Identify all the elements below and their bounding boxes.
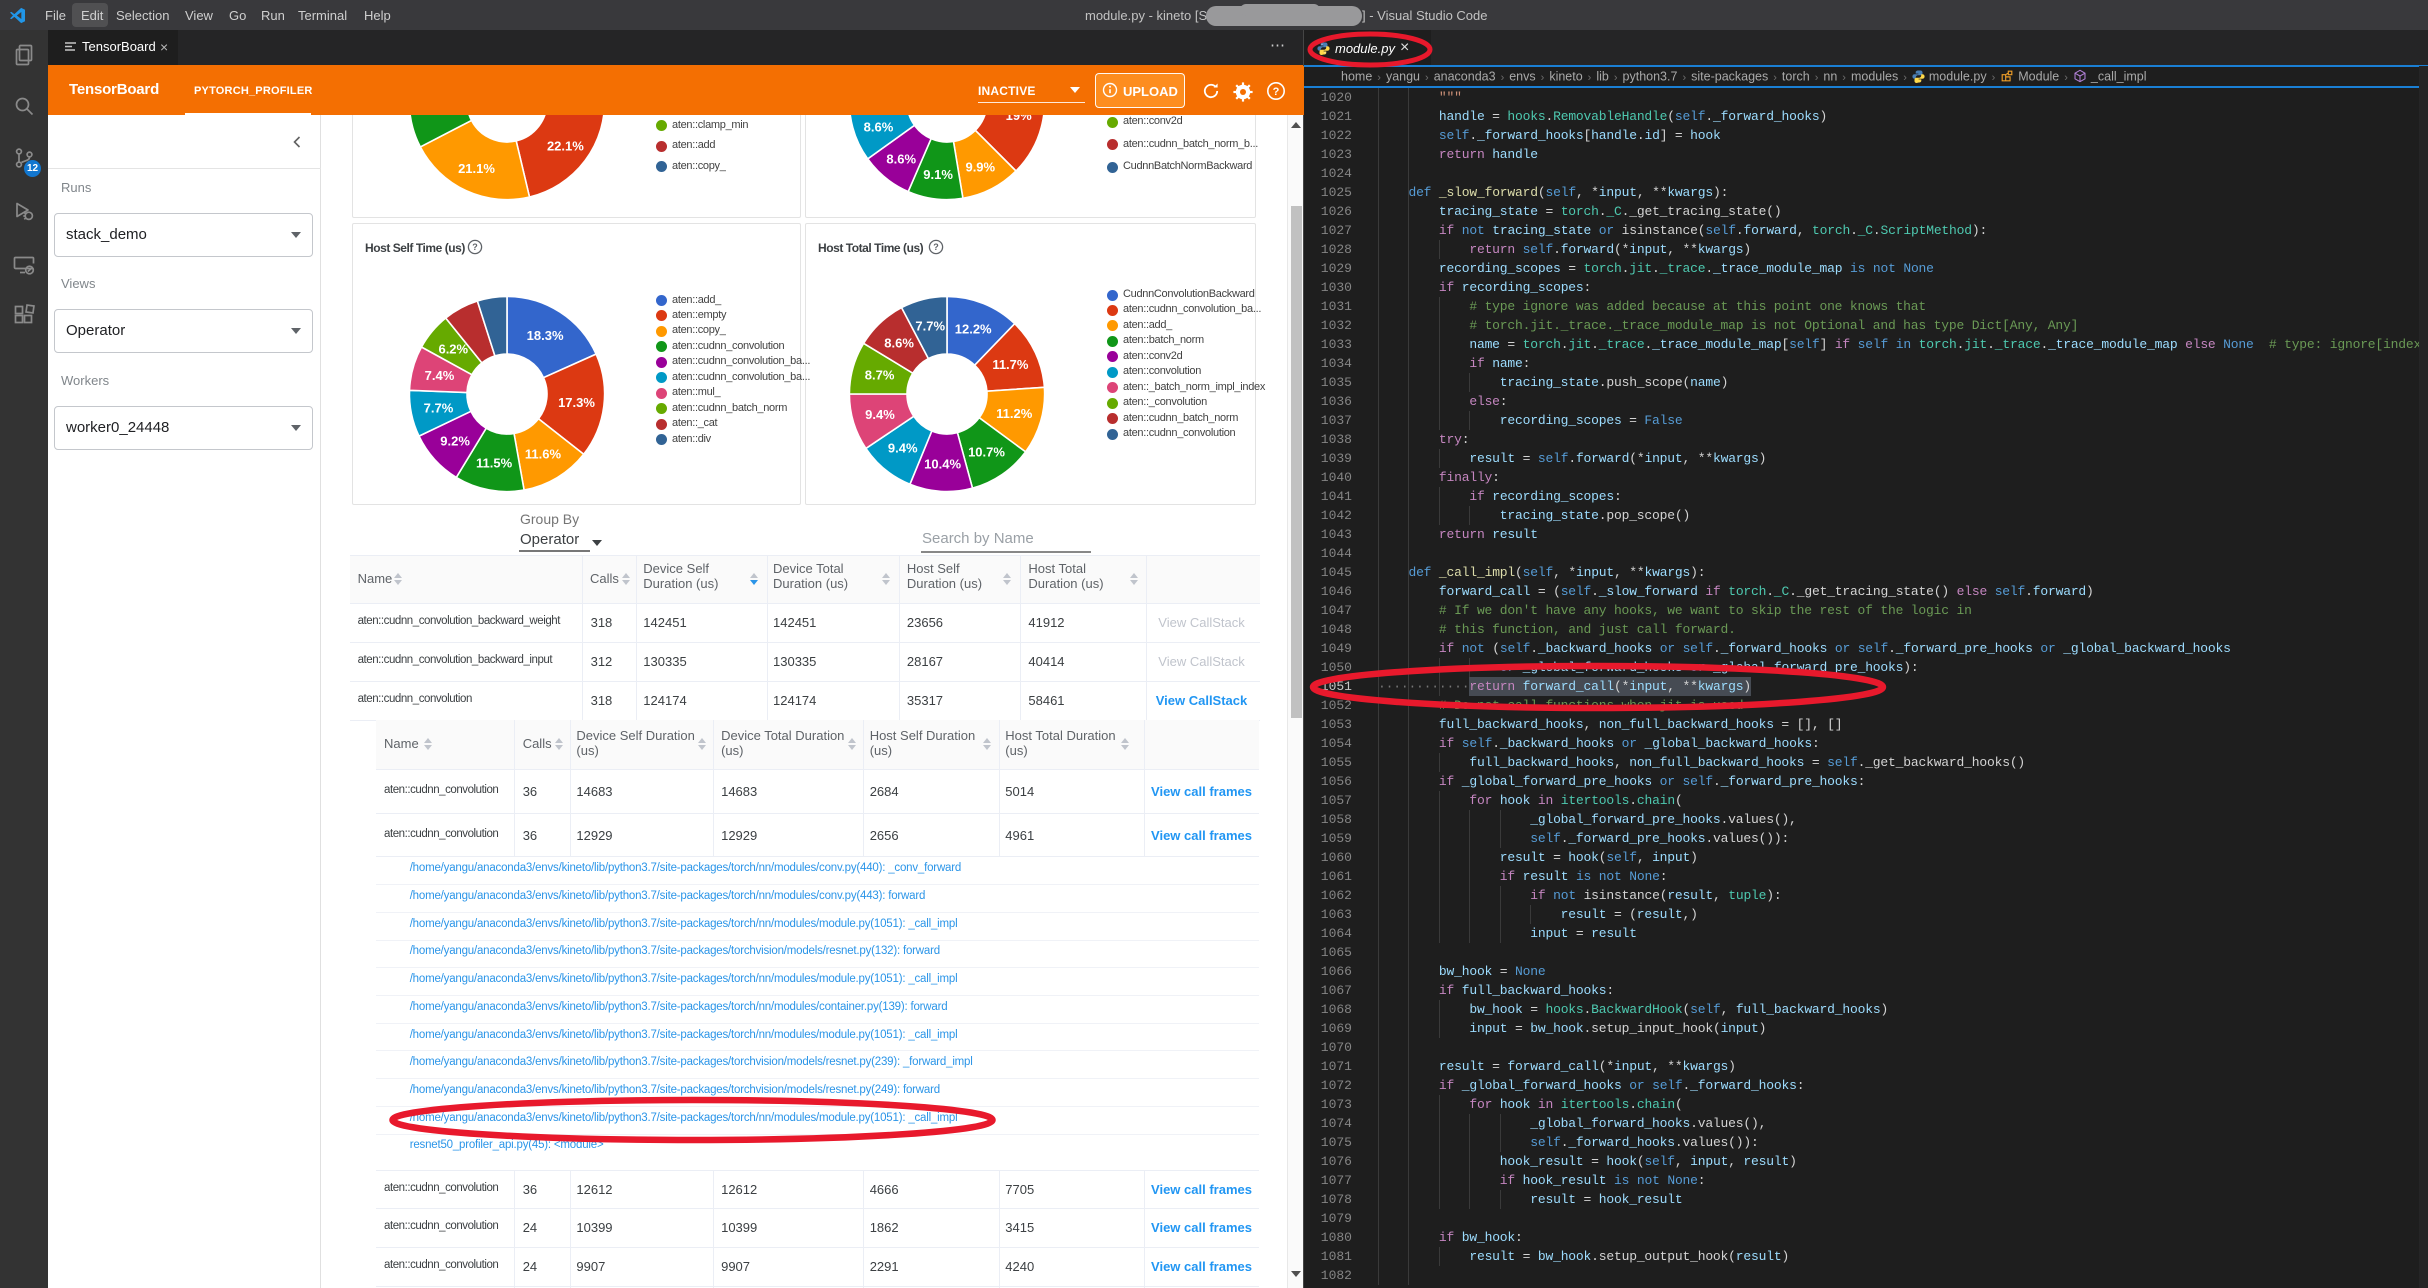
svg-text:9.1%: 9.1% (923, 167, 953, 182)
svg-text:22.1%: 22.1% (547, 138, 584, 153)
svg-text:7.7%: 7.7% (424, 401, 454, 416)
svg-text:7.7%: 7.7% (915, 319, 945, 334)
svg-text:9.9%: 9.9% (965, 159, 995, 174)
svg-text:19%: 19% (1006, 115, 1032, 123)
svg-text:8.6%: 8.6% (886, 151, 916, 166)
svg-text:11.7%: 11.7% (992, 357, 1029, 372)
svg-text:11.6%: 11.6% (525, 447, 562, 462)
svg-text:7.4%: 7.4% (425, 368, 455, 383)
svg-text:6.2%: 6.2% (438, 342, 468, 357)
svg-text:10.7%: 10.7% (968, 444, 1005, 459)
svg-text:17.3%: 17.3% (558, 395, 595, 410)
svg-text:8.7%: 8.7% (865, 368, 895, 383)
svg-text:?: ? (933, 242, 939, 252)
svg-text:10.4%: 10.4% (924, 456, 961, 471)
svg-text:?: ? (1273, 86, 1280, 98)
svg-text:?: ? (472, 242, 478, 252)
svg-text:11.2%: 11.2% (996, 406, 1033, 421)
svg-text:12.2%: 12.2% (955, 322, 992, 337)
svg-text:8.6%: 8.6% (884, 336, 914, 351)
svg-text:9.4%: 9.4% (888, 441, 918, 456)
svg-text:8.6%: 8.6% (864, 120, 894, 135)
svg-text:9.2%: 9.2% (440, 433, 470, 448)
svg-text:9.4%: 9.4% (865, 407, 895, 422)
svg-text:18.3%: 18.3% (527, 328, 564, 343)
svg-text:11.5%: 11.5% (476, 455, 513, 470)
svg-text:21.1%: 21.1% (458, 161, 495, 176)
